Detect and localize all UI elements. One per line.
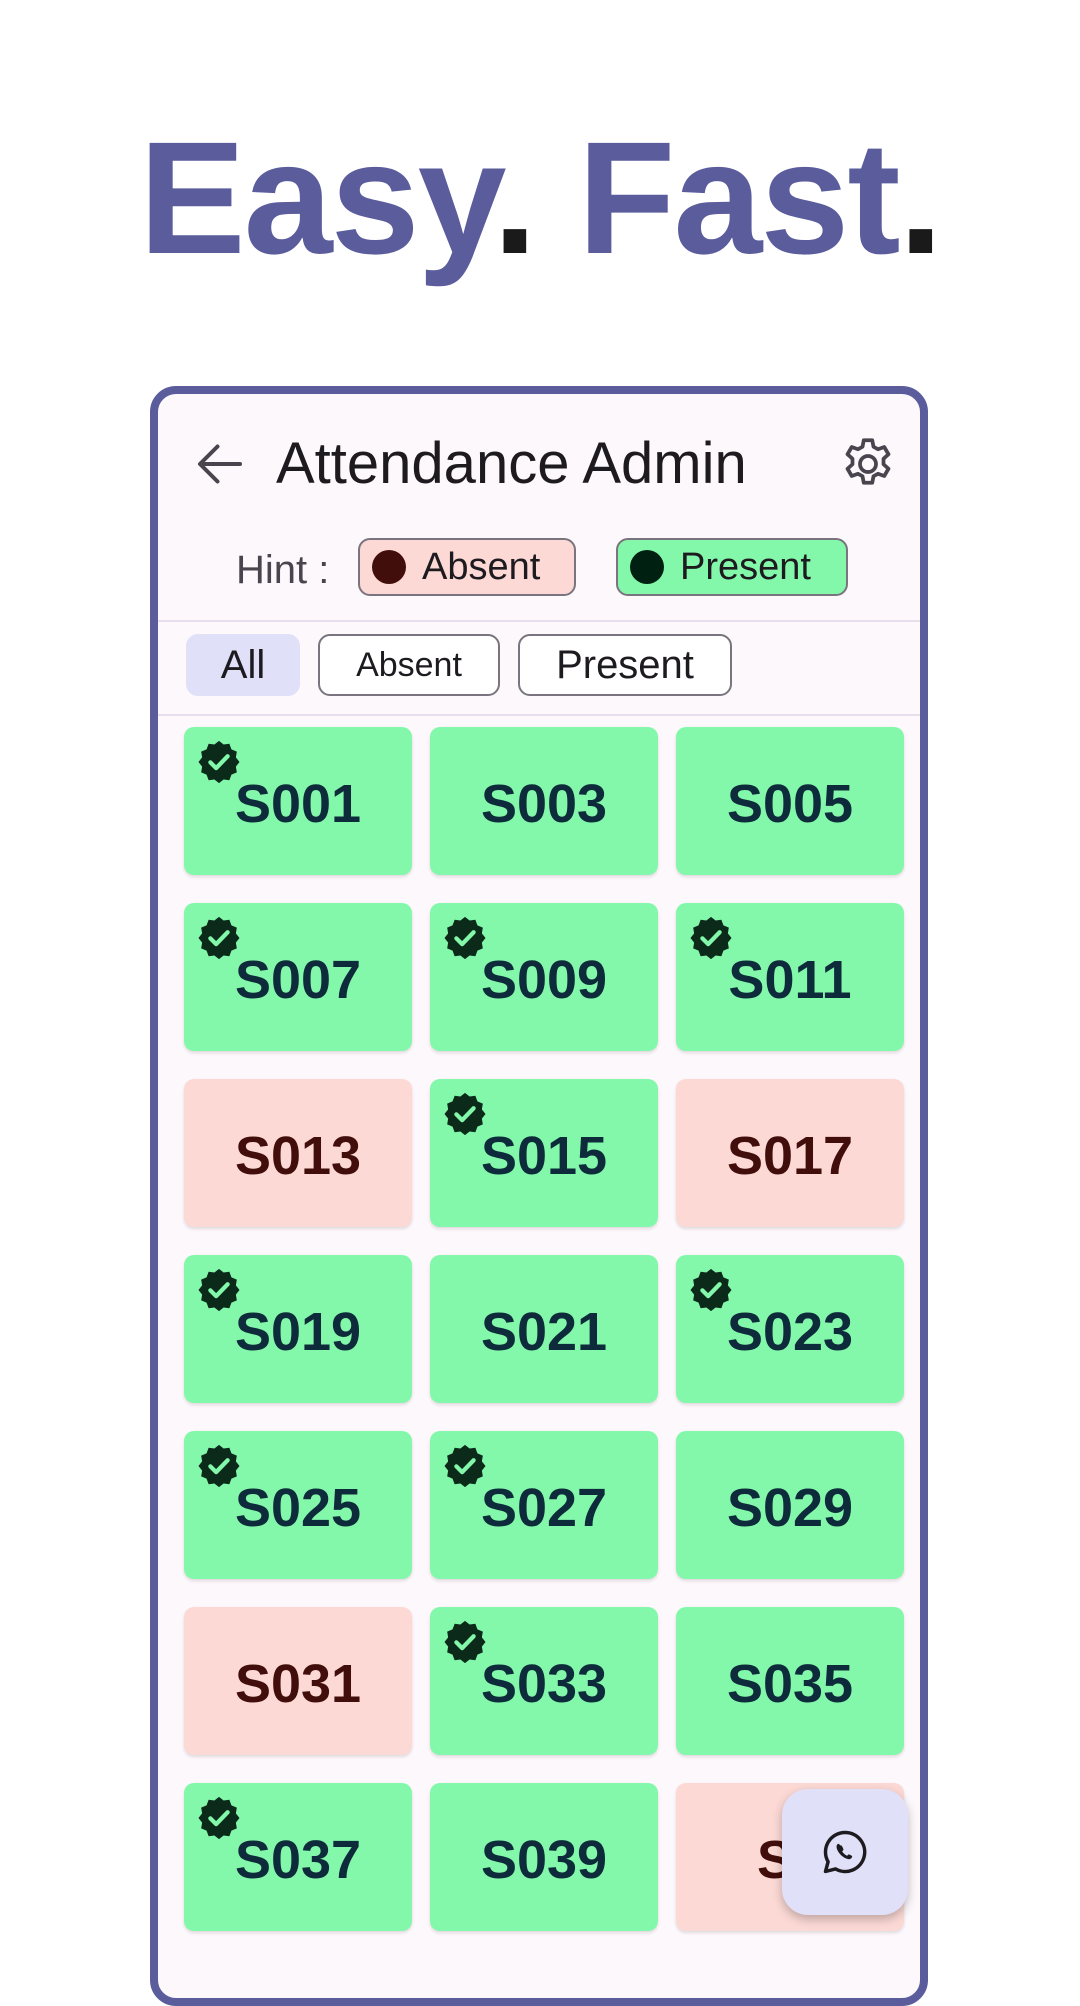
page-title: Attendance Admin <box>276 431 747 496</box>
student-id-label: S001 <box>234 774 362 834</box>
student-id-label: S009 <box>480 950 608 1010</box>
gear-icon <box>845 438 891 485</box>
student-tile[interactable]: S039 <box>430 1783 658 1931</box>
legend-present-chip: Present <box>616 538 848 596</box>
present-dot-icon <box>630 550 664 584</box>
student-id-label: S039 <box>480 1830 608 1890</box>
divider <box>158 620 920 622</box>
student-tile[interactable]: S015 <box>430 1079 658 1227</box>
student-tile[interactable]: S029 <box>676 1431 904 1579</box>
student-id-label: S005 <box>726 774 854 834</box>
student-id-label: S017 <box>726 1126 854 1186</box>
filter-chips: All Absent Present <box>158 634 920 714</box>
hint-legend: Hint : Absent Present <box>158 538 920 608</box>
filter-all-chip[interactable]: All <box>186 634 300 696</box>
whatsapp-icon <box>823 1830 867 1874</box>
phone-frame: Attendance Admin Hint : Absent Present A… <box>150 386 928 2006</box>
headline-word-easy: Easy <box>138 108 495 287</box>
student-tile[interactable]: S035 <box>676 1607 904 1755</box>
student-tile[interactable]: S025 <box>184 1431 412 1579</box>
absent-dot-icon <box>372 550 406 584</box>
divider <box>158 714 920 716</box>
verified-check-icon <box>690 916 732 960</box>
headline-word-fast: Fast <box>577 108 901 287</box>
headline: Easy. Fast. <box>0 118 1080 278</box>
student-id-label: S033 <box>480 1654 608 1714</box>
student-tile[interactable]: S009 <box>430 903 658 1051</box>
student-id-label: S007 <box>234 950 362 1010</box>
student-tile[interactable]: S033 <box>430 1607 658 1755</box>
settings-button[interactable] <box>838 434 898 494</box>
student-id-label: S003 <box>480 774 608 834</box>
student-id-label: S035 <box>726 1654 854 1714</box>
filter-absent-chip[interactable]: Absent <box>318 634 500 696</box>
student-id-label: S027 <box>480 1478 608 1538</box>
app-bar: Attendance Admin <box>158 394 920 522</box>
student-tile[interactable]: S037 <box>184 1783 412 1931</box>
student-tile[interactable]: S023 <box>676 1255 904 1403</box>
legend-absent-label: Absent <box>422 545 541 588</box>
student-tile[interactable]: S013 <box>184 1079 412 1227</box>
student-id-label: S011 <box>728 950 852 1010</box>
whatsapp-share-button[interactable] <box>782 1789 908 1915</box>
legend-absent-chip: Absent <box>358 538 576 596</box>
arrow-back-icon <box>198 444 242 484</box>
back-button[interactable] <box>190 434 250 494</box>
student-tile[interactable]: S031 <box>184 1607 412 1755</box>
student-tile[interactable]: S021 <box>430 1255 658 1403</box>
student-tile[interactable]: S027 <box>430 1431 658 1579</box>
student-tile[interactable]: S011 <box>676 903 904 1051</box>
filter-present-chip[interactable]: Present <box>518 634 732 696</box>
student-id-label: S015 <box>480 1126 608 1186</box>
student-id-label: S023 <box>726 1302 854 1362</box>
hint-label: Hint : <box>236 548 330 592</box>
student-id-label: S025 <box>234 1478 362 1538</box>
student-tile[interactable]: S005 <box>676 727 904 875</box>
student-tile[interactable]: S003 <box>430 727 658 875</box>
student-tile[interactable]: S007 <box>184 903 412 1051</box>
student-tile[interactable]: S017 <box>676 1079 904 1227</box>
student-id-label: S029 <box>726 1478 854 1538</box>
student-id-label: S037 <box>234 1830 362 1890</box>
student-id-label: S031 <box>234 1654 362 1714</box>
student-id-label: S019 <box>234 1302 362 1362</box>
headline-dot-1: . <box>492 108 537 287</box>
legend-present-label: Present <box>680 545 811 588</box>
student-id-label: S013 <box>234 1126 362 1186</box>
student-id-label: S021 <box>480 1302 608 1362</box>
student-tile[interactable]: S001 <box>184 727 412 875</box>
headline-dot-2: . <box>898 108 943 287</box>
student-tile[interactable]: S019 <box>184 1255 412 1403</box>
